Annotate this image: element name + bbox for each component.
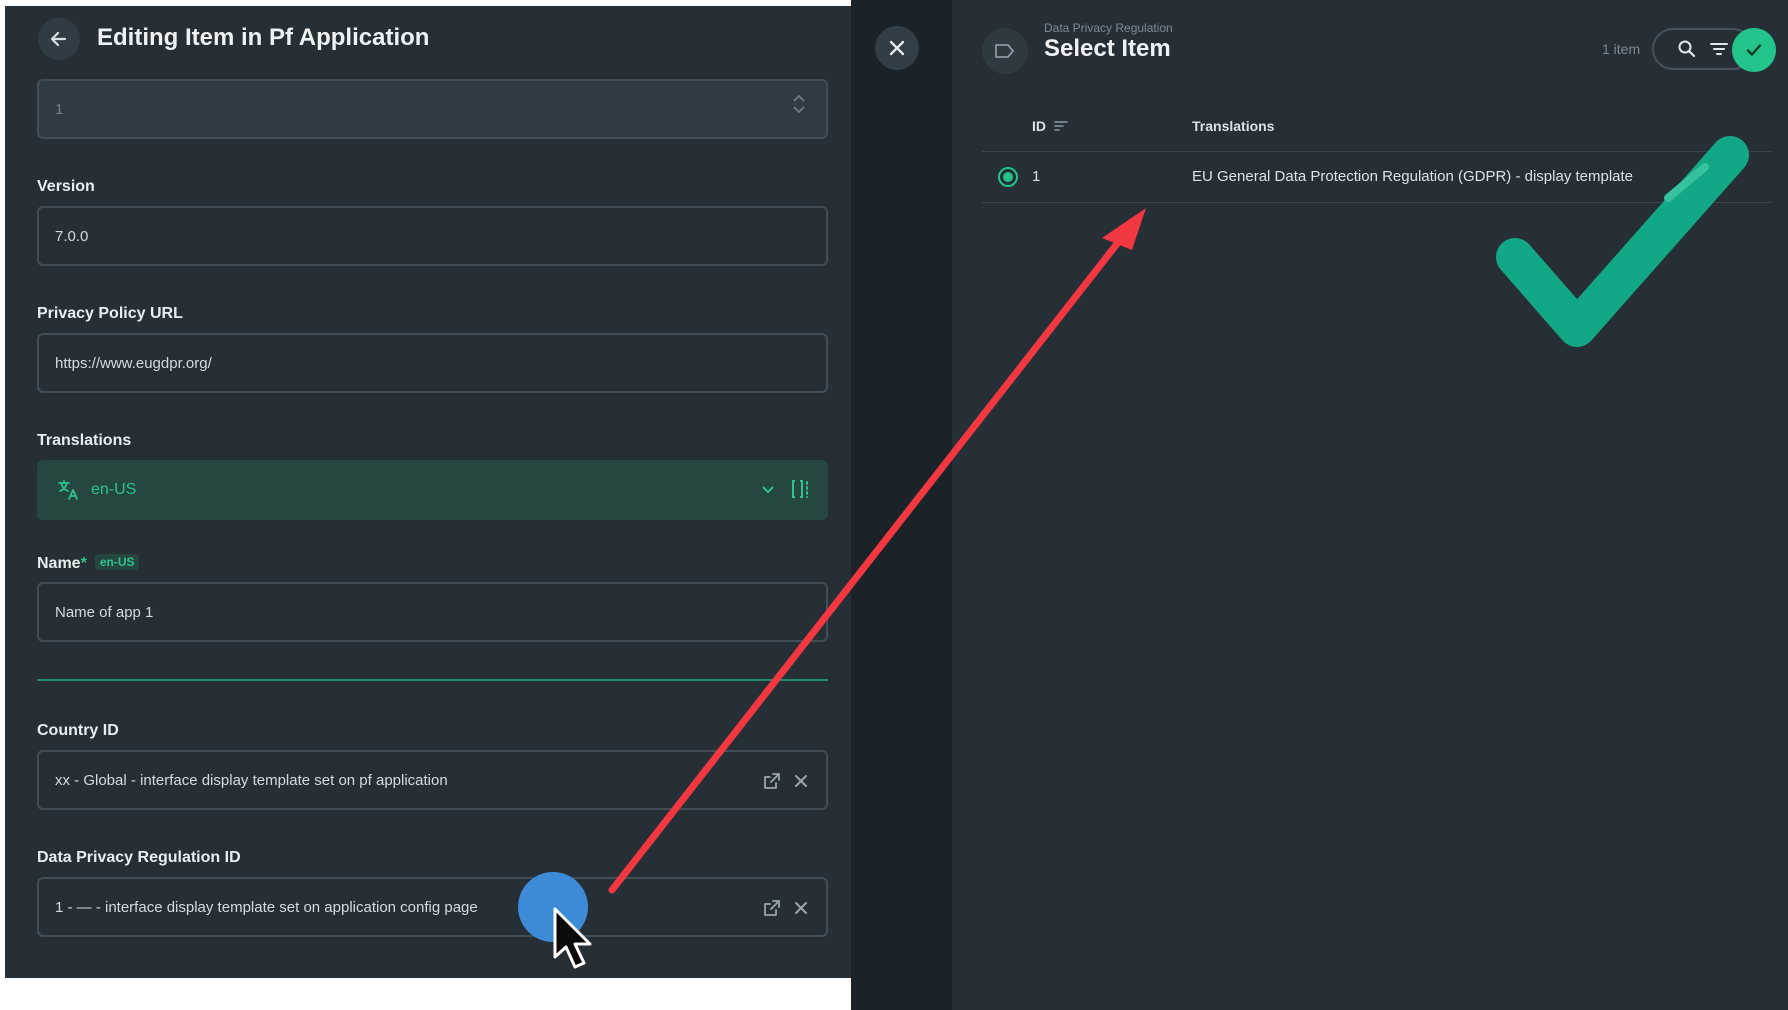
privacy-url-input[interactable]: https://www.eugdpr.org/	[37, 333, 828, 393]
sort-icon[interactable]	[1054, 120, 1068, 132]
page-title: Editing Item in Pf Application	[97, 24, 430, 51]
close-drawer-button[interactable]	[875, 26, 919, 70]
section-divider	[37, 679, 828, 681]
mouse-cursor-icon	[553, 907, 592, 969]
name-value: Name of app 1	[55, 604, 154, 621]
split-view-icon[interactable]	[790, 478, 812, 500]
close-icon[interactable]	[792, 899, 810, 917]
modal-overlay	[851, 0, 952, 1010]
version-input[interactable]: 7.0.0	[37, 206, 828, 266]
privacy-url-value: https://www.eugdpr.org/	[55, 355, 212, 372]
open-in-new-icon[interactable]	[762, 898, 782, 918]
language-badge: en-US	[94, 554, 140, 570]
back-button[interactable]	[38, 18, 80, 60]
translations-label: Translations	[37, 432, 132, 449]
drawer-title: Select Item	[1044, 35, 1171, 62]
dpr-relation-field[interactable]: 1 - — - interface display template set o…	[37, 877, 828, 937]
column-header-translations[interactable]: Translations	[1192, 118, 1274, 134]
name-label: Name* en-US	[37, 554, 140, 573]
language-selector[interactable]: en-US	[37, 460, 828, 520]
column-header-id[interactable]: ID	[1032, 118, 1068, 134]
check-icon	[1746, 44, 1762, 56]
chevron-down-icon[interactable]	[760, 481, 776, 497]
id-stepper[interactable]	[792, 94, 806, 114]
version-label: Version	[37, 178, 95, 195]
chevron-down-icon	[793, 106, 805, 114]
required-indicator: *	[80, 555, 87, 572]
chevron-up-icon	[793, 94, 805, 102]
close-icon[interactable]	[792, 772, 810, 790]
filter-icon[interactable]	[1709, 41, 1729, 57]
name-input[interactable]: Name of app 1	[37, 582, 828, 642]
country-label: Country ID	[37, 722, 119, 739]
header-divider	[982, 151, 1772, 152]
search-icon[interactable]	[1677, 39, 1697, 59]
label-icon	[982, 28, 1028, 74]
dpr-label: Data Privacy Regulation ID	[37, 849, 241, 866]
country-value: xx - Global - interface display template…	[55, 772, 448, 789]
column-header-id-label: ID	[1032, 118, 1046, 134]
current-language: en-US	[91, 481, 137, 498]
privacy-url-label: Privacy Policy URL	[37, 305, 183, 322]
id-value: 1	[55, 101, 64, 118]
country-relation-field[interactable]: xx - Global - interface display template…	[37, 750, 828, 810]
open-in-new-icon[interactable]	[762, 771, 782, 791]
translate-icon	[58, 480, 78, 500]
name-label-text: Name	[37, 555, 81, 572]
dpr-value: 1 - — - interface display template set o…	[55, 899, 478, 916]
select-item-drawer: Data Privacy Regulation Select Item 1 it…	[952, 0, 1788, 1010]
collection-name: Data Privacy Regulation	[1044, 21, 1173, 35]
row-translations: EU General Data Protection Regulation (G…	[1192, 168, 1634, 185]
edit-panel: Editing Item in Pf Application 1 Version…	[5, 6, 851, 978]
edit-header: Editing Item in Pf Application	[5, 6, 851, 66]
row-radio-selected[interactable]	[998, 167, 1018, 187]
close-icon	[889, 40, 905, 56]
row-divider	[982, 202, 1772, 203]
version-value: 7.0.0	[55, 228, 89, 245]
arrow-left-icon	[50, 31, 67, 47]
item-count: 1 item	[1602, 41, 1641, 57]
id-field: 1	[37, 79, 828, 139]
row-id: 1	[1032, 168, 1041, 185]
confirm-selection-button[interactable]	[1732, 28, 1776, 72]
